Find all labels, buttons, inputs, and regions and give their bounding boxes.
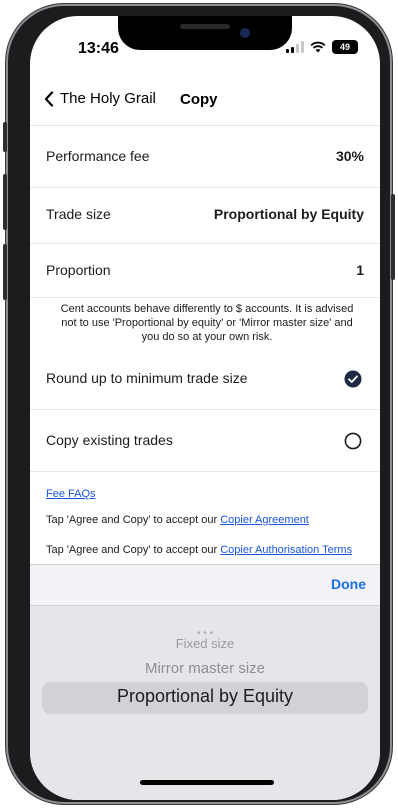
checkmark-filled-icon[interactable] [344, 370, 362, 388]
trade-size-label: Trade size [46, 206, 111, 222]
home-indicator[interactable] [140, 780, 274, 785]
copier-agreement-link[interactable]: Copier Agreement [220, 514, 309, 526]
authorisation-prefix: Tap 'Agree and Copy' to accept our [46, 544, 221, 556]
signal-icon [286, 41, 304, 53]
picker-toolbar: Done [30, 564, 380, 606]
agreement-prefix: Tap 'Agree and Copy' to accept our [46, 514, 221, 526]
cent-account-disclaimer: Cent accounts behave differently to $ ac… [60, 303, 354, 343]
silent-switch [3, 122, 7, 152]
wifi-icon [310, 41, 326, 53]
proportion-value: 1 [356, 262, 364, 278]
done-button[interactable]: Done [331, 576, 366, 592]
trade-size-value: Proportional by Equity [213, 206, 364, 222]
trade-size-row[interactable]: Trade size Proportional by Equity [30, 188, 380, 244]
copy-existing-label: Copy existing trades [46, 432, 173, 448]
power-button [391, 194, 395, 280]
phone-frame: 13:46 49 The Holy Grail Copy Performance… [3, 4, 395, 804]
back-label: The Holy Grail [60, 90, 156, 107]
picker-option-fixed-size[interactable]: Fixed size [30, 636, 380, 651]
fee-faqs-link[interactable]: Fee FAQs [46, 488, 96, 500]
screen: 13:46 49 The Holy Grail Copy Performance… [30, 16, 380, 800]
volume-up-button [3, 174, 7, 230]
fee-faqs-block: Fee FAQs [46, 488, 376, 501]
proportion-row[interactable]: Proportion 1 [30, 244, 380, 298]
proportion-label: Proportion [46, 262, 111, 278]
speaker [180, 24, 230, 29]
copier-agreement-text: Tap 'Agree and Copy' to accept our Copie… [46, 514, 376, 527]
notch [118, 16, 292, 50]
chevron-left-icon [44, 90, 54, 107]
copier-authorisation-link[interactable]: Copier Authorisation Terms [220, 544, 352, 556]
performance-fee-value: 30% [335, 148, 364, 164]
copy-existing-row[interactable]: Copy existing trades [30, 410, 380, 472]
round-up-label: Round up to minimum trade size [46, 370, 248, 386]
empty-circle-icon[interactable] [344, 432, 362, 450]
battery-icon: 49 [332, 40, 358, 54]
back-button[interactable]: The Holy Grail [44, 90, 156, 107]
performance-fee-row: Performance fee 30% [30, 126, 380, 188]
copier-authorisation-text: Tap 'Agree and Copy' to accept our Copie… [46, 544, 376, 564]
volume-down-button [3, 244, 7, 300]
camera-icon [240, 28, 250, 38]
picker-option-proportional-by-equity[interactable]: Proportional by Equity [30, 686, 380, 707]
page-title: Copy [180, 91, 218, 108]
picker-option-mirror-master-size[interactable]: Mirror master size [30, 660, 380, 677]
performance-fee-label: Performance fee [46, 148, 150, 164]
round-up-row[interactable]: Round up to minimum trade size [30, 348, 380, 410]
status-icons: 49 [286, 40, 358, 54]
navigation-bar: The Holy Grail Copy [30, 82, 380, 126]
status-time: 13:46 [78, 40, 119, 57]
